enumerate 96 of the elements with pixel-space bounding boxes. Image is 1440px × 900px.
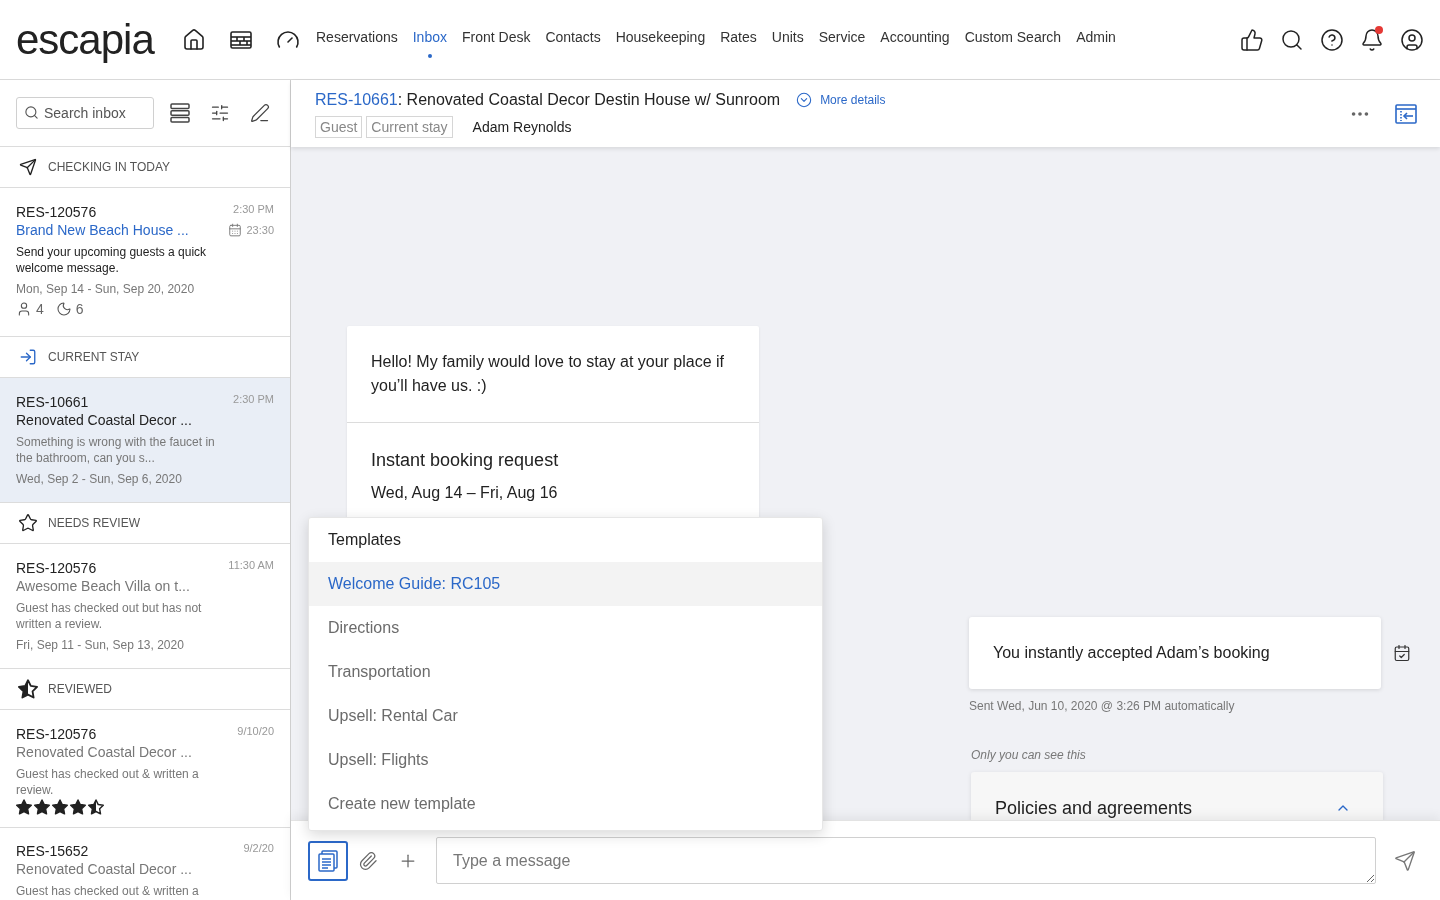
send-icon[interactable]: [1394, 849, 1416, 872]
menu-item[interactable]: Directions: [309, 606, 822, 650]
conversation-item[interactable]: RES-10661 Renovated Coastal Decor ... Something is wrong with the faucet in the bathroom, can you s... Wed, Sep 2 - Sun, Sep 6, 2020 2:30 PM: [0, 378, 290, 503]
section-title: CURRENT STAY: [48, 349, 140, 366]
conversation-title: RES-10661: Renovated Coastal Decor Destin House w/ Sunroom: [315, 90, 781, 110]
filter-sliders-icon[interactable]: [210, 103, 230, 123]
message-time: 9/10/20: [236, 725, 274, 738]
menu-item[interactable]: Create new template: [309, 782, 822, 826]
more-details-link[interactable]: More details: [796, 91, 886, 109]
stay-dates: Mon, Sep 14 - Sun, Sep 20, 2020: [16, 281, 196, 297]
filled-star-icon: [16, 799, 32, 815]
reservation-id: RES-10661: [16, 393, 90, 411]
documents-icon: [318, 849, 338, 872]
reservation-id: RES-120576: [16, 559, 98, 577]
message-text: Hello! My family would love to stay at your place if you’ll have us. :): [370, 352, 726, 396]
section-title: CHECKING IN TODAY: [48, 159, 171, 176]
nav-tab[interactable]: Rates: [720, 28, 757, 58]
sign-in-arrow-icon: [19, 348, 37, 366]
property-name: Renovated Coastal Decor ...: [16, 411, 193, 429]
section-title: REVIEWED: [48, 681, 112, 698]
person-icon: [16, 301, 32, 317]
chevron-circle-icon: [796, 92, 813, 108]
policies-panel[interactable]: Policies and agreements: [971, 772, 1383, 820]
reservation-id: RES-15652: [16, 842, 90, 860]
tag: Current stay: [366, 116, 453, 138]
reservation-id: RES-120576: [16, 203, 98, 221]
nav-tab[interactable]: Units: [771, 28, 804, 58]
tag: Guest: [315, 116, 363, 138]
collapse-panel-icon[interactable]: [1395, 103, 1417, 124]
star-outline-icon: [18, 513, 38, 533]
booking-title: Instant booking request: [371, 449, 560, 472]
calendar-check-icon: [1393, 644, 1411, 662]
menu-item[interactable]: Welcome Guide: RC105: [309, 562, 822, 606]
message-time: 11:30 AM: [228, 559, 274, 572]
policies-title: Policies and agreements: [995, 797, 1193, 820]
nav-tab[interactable]: Admin: [1076, 28, 1116, 58]
templates-button[interactable]: [308, 840, 348, 881]
notifications-bell-icon[interactable]: [1360, 27, 1384, 52]
search-field[interactable]: Search inbox: [16, 97, 154, 129]
filled-star-icon: [34, 799, 50, 815]
menu-item[interactable]: Transportation: [309, 650, 822, 694]
menu-title: Templates: [328, 530, 401, 550]
property-name: Brand New Beach House ...: [16, 221, 190, 239]
property-name: Renovated Coastal Decor ...: [16, 743, 193, 761]
reservation-id: RES-120576: [16, 725, 98, 743]
stay-dates: Wed, Sep 2 - Sun, Sep 6, 2020: [16, 471, 183, 487]
message-preview: Guest has checked out but has not written a review.: [16, 600, 203, 632]
guest-name: Adam Reynolds: [472, 118, 572, 137]
section-title: NEEDS REVIEW: [48, 515, 140, 532]
logo[interactable]: escapia: [16, 18, 162, 61]
reservation-link[interactable]: RES-10661: [315, 91, 398, 108]
message-time: 9/2/20: [242, 842, 274, 855]
night-count: 6: [75, 300, 84, 318]
table-icon[interactable]: [230, 30, 252, 49]
booking-dates: Wed, Aug 14 – Fri, Aug 16: [371, 483, 559, 503]
filled-star-icon: [52, 799, 68, 815]
nav-tab[interactable]: Reservations: [316, 28, 398, 58]
menu-item[interactable]: Upsell: Flights: [309, 738, 822, 782]
message-time: 2:30 PM: [232, 203, 274, 216]
filled-star-icon: [70, 799, 86, 815]
message-time: 2:30 PM: [232, 393, 274, 406]
nav-tab[interactable]: Custom Search: [964, 28, 1062, 58]
search-icon: [24, 105, 39, 120]
nav-tab[interactable]: Contacts: [545, 28, 601, 58]
sent-timestamp: Sent Wed, Jun 10, 2020 @ 3:26 PM automatically: [969, 698, 1236, 714]
property-name: Awesome Beach Villa on t...: [16, 577, 191, 595]
stacked-rows-icon[interactable]: [170, 103, 190, 123]
moon-icon: [55, 301, 72, 317]
check-in-time: 23:30: [246, 223, 274, 237]
system-message-text: You instantly accepted Adam’s booking: [993, 643, 1270, 663]
message-input[interactable]: Type a message: [436, 837, 1376, 884]
message-preview: Guest has checked out & written a: [16, 883, 200, 899]
search-icon[interactable]: [1280, 27, 1304, 52]
thumbs-up-icon[interactable]: [1240, 27, 1264, 52]
message-preview: Something is wrong with the faucet in the bathroom, can you s...: [16, 434, 216, 466]
nav-tab[interactable]: Service: [818, 28, 866, 58]
half-star-icon: [88, 799, 104, 815]
message-preview: Send your upcoming guests a quick welcome message.: [16, 244, 208, 276]
nav-tab[interactable]: Housekeeping: [615, 28, 706, 58]
guest-count: 4: [36, 300, 44, 318]
private-note: Only you can see this: [971, 747, 1087, 763]
nav-tab[interactable]: Inbox: [412, 28, 447, 58]
home-icon[interactable]: [182, 27, 206, 52]
nav-tab[interactable]: Accounting: [880, 28, 950, 58]
nav-tab[interactable]: Front Desk: [461, 28, 531, 58]
menu-item[interactable]: Upsell: Rental Car: [309, 694, 822, 738]
paperclip-icon[interactable]: [358, 850, 378, 871]
compose-pencil-icon[interactable]: [250, 103, 270, 123]
stay-dates: Fri, Sep 11 - Sun, Sep 13, 2020: [16, 637, 185, 653]
half-star-icon: [18, 679, 38, 699]
account-icon[interactable]: [1400, 27, 1424, 52]
help-icon[interactable]: [1320, 27, 1344, 52]
message-preview: Guest has checked out & written a review.: [16, 766, 200, 798]
paper-plane-icon: [19, 158, 37, 176]
property-name: Renovated Coastal Decor ...: [16, 860, 193, 878]
calendar-icon: [228, 223, 243, 237]
